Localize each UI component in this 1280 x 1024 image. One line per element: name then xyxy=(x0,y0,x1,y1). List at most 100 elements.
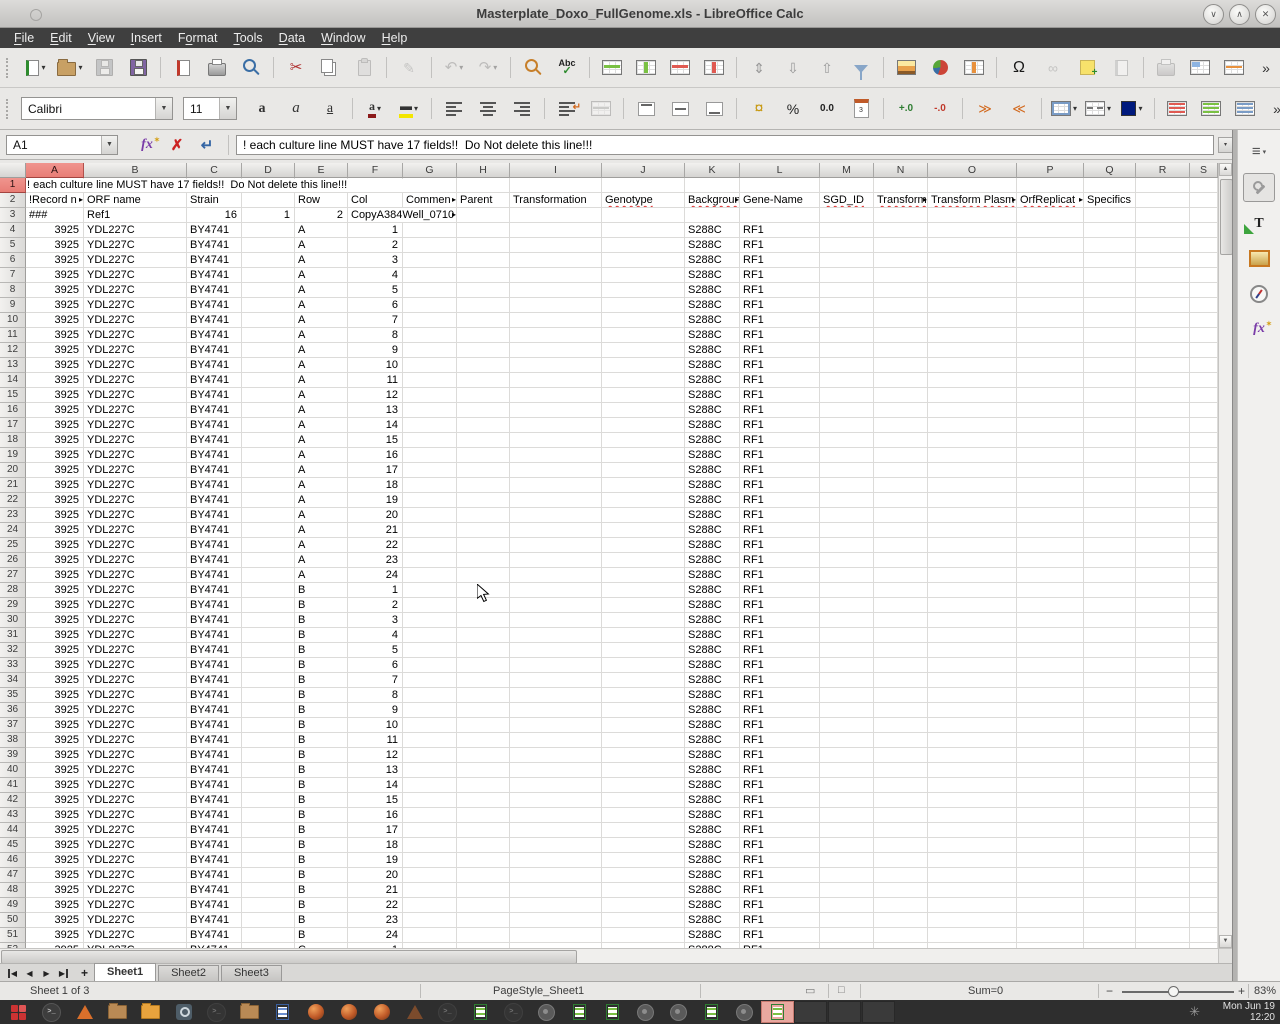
cell-P19[interactable] xyxy=(1017,448,1084,463)
cell-I25[interactable] xyxy=(510,538,602,553)
cell-D16[interactable] xyxy=(242,403,295,418)
find-and-replace-button[interactable] xyxy=(518,54,548,81)
cell-N28[interactable] xyxy=(874,583,928,598)
cell-I13[interactable] xyxy=(510,358,602,373)
sidebar-styles[interactable] xyxy=(1244,210,1274,237)
special-character-button[interactable]: Ω xyxy=(1004,54,1034,81)
cell-L34[interactable]: RF1 xyxy=(740,673,820,688)
borders-button[interactable]: ▾ xyxy=(1049,95,1079,122)
column-header-A[interactable]: A xyxy=(26,163,84,178)
row-header-19[interactable]: 19 xyxy=(0,448,26,463)
cell-K15[interactable]: S288C xyxy=(685,388,740,403)
cell-A49[interactable]: 3925 xyxy=(26,898,84,913)
cell-M27[interactable] xyxy=(820,568,874,583)
cell-J51[interactable] xyxy=(602,928,685,943)
cell-D50[interactable] xyxy=(242,913,295,928)
save-as-button[interactable] xyxy=(123,54,153,81)
cell-E21[interactable]: A xyxy=(295,478,348,493)
delete-decimal-place-button[interactable]: -.0 xyxy=(925,95,955,122)
row-header-35[interactable]: 35 xyxy=(0,688,26,703)
cell-P25[interactable] xyxy=(1017,538,1084,553)
cell-E50[interactable]: B xyxy=(295,913,348,928)
cell-E16[interactable]: A xyxy=(295,403,348,418)
cell-P3[interactable] xyxy=(1017,208,1084,223)
cell-J50[interactable] xyxy=(602,913,685,928)
cell-J30[interactable] xyxy=(602,613,685,628)
cell-F4[interactable]: 1 xyxy=(348,223,403,238)
cell-S24[interactable] xyxy=(1190,523,1218,538)
cell-M7[interactable] xyxy=(820,268,874,283)
cell-J10[interactable] xyxy=(602,313,685,328)
cell-G31[interactable] xyxy=(403,628,457,643)
cell-E23[interactable]: A xyxy=(295,508,348,523)
font-size-combo[interactable]: 11▼ xyxy=(183,97,237,120)
cell-F46[interactable]: 19 xyxy=(348,853,403,868)
cell-I32[interactable] xyxy=(510,643,602,658)
cell-G14[interactable] xyxy=(403,373,457,388)
row-header-37[interactable]: 37 xyxy=(0,718,26,733)
cell-K28[interactable]: S288C xyxy=(685,583,740,598)
row-header-13[interactable]: 13 xyxy=(0,358,26,373)
cell-I5[interactable] xyxy=(510,238,602,253)
menu-tools[interactable]: Tools xyxy=(225,29,270,47)
row-header-31[interactable]: 31 xyxy=(0,628,26,643)
cell-D38[interactable] xyxy=(242,733,295,748)
cell-P6[interactable] xyxy=(1017,253,1084,268)
cell-B41[interactable]: YDL227C xyxy=(84,778,187,793)
cell-P17[interactable] xyxy=(1017,418,1084,433)
taskbar-item-app[interactable] xyxy=(629,1001,662,1023)
cell-K24[interactable]: S288C xyxy=(685,523,740,538)
cell-E12[interactable]: A xyxy=(295,343,348,358)
taskbar-item-launcher[interactable] xyxy=(2,1001,35,1023)
cell-L17[interactable]: RF1 xyxy=(740,418,820,433)
cell-I2[interactable]: Transformation xyxy=(510,193,602,208)
cell-D7[interactable] xyxy=(242,268,295,283)
cell-I4[interactable] xyxy=(510,223,602,238)
cell-P40[interactable] xyxy=(1017,763,1084,778)
cell-M40[interactable] xyxy=(820,763,874,778)
dropdown-arrow-icon[interactable]: ▾ xyxy=(1073,104,1077,113)
cell-B32[interactable]: YDL227C xyxy=(84,643,187,658)
cell-R18[interactable] xyxy=(1136,433,1190,448)
cell-O24[interactable] xyxy=(928,523,1017,538)
cell-N25[interactable] xyxy=(874,538,928,553)
cell-B33[interactable]: YDL227C xyxy=(84,658,187,673)
cell-L47[interactable]: RF1 xyxy=(740,868,820,883)
cell-E45[interactable]: B xyxy=(295,838,348,853)
cell-L18[interactable]: RF1 xyxy=(740,433,820,448)
cell-O3[interactable] xyxy=(928,208,1017,223)
cell-O10[interactable] xyxy=(928,313,1017,328)
cell-R19[interactable] xyxy=(1136,448,1190,463)
cell-L3[interactable] xyxy=(740,208,820,223)
cell-C38[interactable]: BY4741 xyxy=(187,733,242,748)
cell-S20[interactable] xyxy=(1190,463,1218,478)
cell-H17[interactable] xyxy=(457,418,510,433)
cell-D32[interactable] xyxy=(242,643,295,658)
cell-K39[interactable]: S288C xyxy=(685,748,740,763)
cell-S36[interactable] xyxy=(1190,703,1218,718)
menu-data[interactable]: Data xyxy=(271,29,313,47)
cell-H23[interactable] xyxy=(457,508,510,523)
cell-R25[interactable] xyxy=(1136,538,1190,553)
cell-J8[interactable] xyxy=(602,283,685,298)
cell-C36[interactable]: BY4741 xyxy=(187,703,242,718)
cell-M12[interactable] xyxy=(820,343,874,358)
cell-N39[interactable] xyxy=(874,748,928,763)
cell-F20[interactable]: 17 xyxy=(348,463,403,478)
cell-Q24[interactable] xyxy=(1084,523,1136,538)
cell-J32[interactable] xyxy=(602,643,685,658)
cell-G20[interactable] xyxy=(403,463,457,478)
cell-L35[interactable]: RF1 xyxy=(740,688,820,703)
cell-I27[interactable] xyxy=(510,568,602,583)
cell-D5[interactable] xyxy=(242,238,295,253)
dropdown-arrow-icon[interactable]: ▾ xyxy=(414,104,418,113)
cell-R6[interactable] xyxy=(1136,253,1190,268)
cell-Q48[interactable] xyxy=(1084,883,1136,898)
cell-P22[interactable] xyxy=(1017,493,1084,508)
cell-F5[interactable]: 2 xyxy=(348,238,403,253)
cell-O17[interactable] xyxy=(928,418,1017,433)
row-header-15[interactable]: 15 xyxy=(0,388,26,403)
cell-D22[interactable] xyxy=(242,493,295,508)
cell-O37[interactable] xyxy=(928,718,1017,733)
cell-K40[interactable]: S288C xyxy=(685,763,740,778)
